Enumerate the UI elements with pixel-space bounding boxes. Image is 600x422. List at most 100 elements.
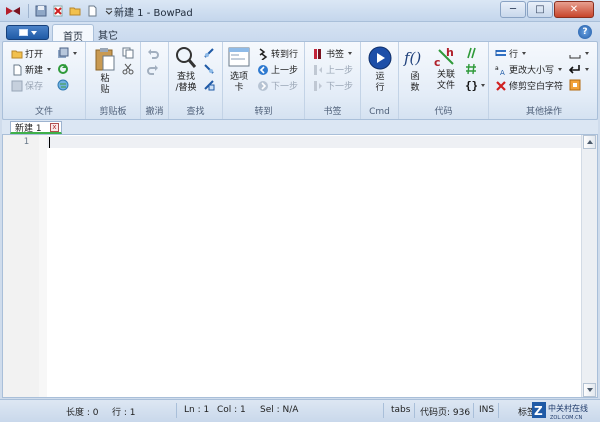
quick-access-toolbar: [26, 3, 124, 19]
maximize-button[interactable]: □: [527, 1, 553, 18]
group-undo-label: 撤消: [145, 107, 164, 117]
status-selection: Sel : N/A: [260, 405, 299, 415]
braces-button[interactable]: {}: [465, 79, 485, 91]
close-tab-icon[interactable]: x: [50, 123, 59, 132]
find-next-button[interactable]: [203, 47, 215, 59]
find-prev-button[interactable]: [203, 63, 215, 75]
lines-label: 行: [509, 50, 519, 60]
status-ln: Ln : 1: [184, 405, 210, 415]
find-replace-button[interactable]: 查找 /替换: [171, 46, 201, 94]
goto-prev-label: 上一步: [271, 66, 299, 76]
close-button[interactable]: ✕: [554, 1, 594, 18]
svg-text:ZOL.COM.CN: ZOL.COM.CN: [550, 415, 583, 421]
scroll-down-button[interactable]: [583, 383, 596, 397]
group-cmd: 运 行 Cmd: [361, 42, 399, 119]
title-bar: 新建 1 - BowPad ─ □ ✕: [0, 0, 600, 22]
status-insert-mode[interactable]: INS: [479, 405, 494, 415]
status-length: 长度 : 0: [66, 408, 99, 418]
group-clipboard: 粘 贴 剪贴板: [86, 42, 141, 119]
change-case-button[interactable]: aA 更改大小写: [495, 63, 563, 76]
whitespace-toggle-button[interactable]: [569, 47, 589, 59]
group-code: f() 函 数 ch 关联 文件 {} 代码: [399, 42, 489, 119]
open-folder-icon[interactable]: [68, 4, 82, 18]
scroll-up-button[interactable]: [583, 135, 596, 149]
help-button[interactable]: ?: [578, 25, 592, 39]
application-menu-button[interactable]: [6, 25, 49, 40]
goto-prev-button[interactable]: 上一步: [257, 63, 298, 76]
magnifier-icon: [176, 47, 197, 68]
save-all-icon: [58, 47, 69, 58]
bookmark-next-label: 下一步: [326, 82, 354, 92]
save-all-button[interactable]: [57, 47, 77, 59]
bookmark-prev-label: 上一步: [326, 66, 354, 76]
ribbon: 打开 新建 保存 文件 粘 贴 剪贴板 撤消 查找 /替换 查找 选项 卡 转到…: [2, 41, 598, 120]
bookmark-next-button[interactable]: 下一步: [312, 79, 353, 92]
new-file-icon[interactable]: [85, 4, 99, 18]
new-file-icon: [13, 64, 22, 75]
web-button[interactable]: [57, 79, 69, 91]
open-button[interactable]: 打开: [11, 47, 43, 60]
scroll-up-icon: [586, 140, 593, 144]
minimize-button[interactable]: ─: [500, 1, 526, 18]
svg-text:中关村在线: 中关村在线: [548, 403, 588, 413]
app-menu-icon: [18, 29, 28, 36]
tabs-window-icon: [228, 47, 250, 67]
find-in-files-button[interactable]: [203, 79, 215, 91]
lines-button[interactable]: 行: [495, 47, 527, 60]
undo-button[interactable]: [147, 47, 159, 59]
forward-arrow-icon: [258, 80, 268, 91]
redo-button[interactable]: [147, 63, 159, 75]
status-codepage[interactable]: 代码页: 936: [420, 405, 470, 418]
document-tab[interactable]: 新建 1 x: [10, 121, 62, 134]
goto-line-button[interactable]: 转到行: [257, 47, 298, 60]
functions-label: 函 数: [410, 72, 420, 93]
group-find-label: 查找: [186, 107, 205, 117]
preprocessor-button[interactable]: [465, 63, 477, 75]
run-label: 运 行: [375, 72, 385, 93]
comment-button[interactable]: [465, 47, 477, 59]
trim-icon: [496, 80, 506, 91]
paste-button[interactable]: 粘 贴: [92, 46, 118, 96]
tab-other[interactable]: 其它: [88, 24, 128, 42]
svg-text:Z: Z: [534, 404, 543, 418]
reload-button[interactable]: [57, 63, 69, 75]
related-files-button[interactable]: ch 关联 文件: [431, 46, 461, 92]
chevron-down-icon: [30, 30, 37, 35]
find-files-icon: [204, 80, 215, 91]
bowpad-logo-icon: [6, 7, 20, 15]
bookmark-button[interactable]: 书签: [312, 47, 353, 60]
bookmark-prev-button[interactable]: 上一步: [312, 63, 353, 76]
editor-area[interactable]: 1: [2, 134, 598, 398]
document-tab-label: 新建 1: [15, 123, 42, 134]
close-file-icon[interactable]: [51, 4, 65, 18]
line-number: 1: [23, 137, 29, 147]
group-clipboard-label: 剪贴板: [99, 107, 127, 117]
cut-button[interactable]: [122, 63, 134, 75]
svg-text:c: c: [434, 56, 441, 69]
related-files-icon: ch: [434, 46, 454, 69]
vertical-scrollbar[interactable]: [581, 135, 597, 397]
save-icon[interactable]: [34, 4, 48, 18]
functions-button[interactable]: f() 函 数: [402, 48, 428, 94]
goto-next-button[interactable]: 下一步: [257, 79, 298, 92]
undo-icon: [148, 49, 159, 59]
back-arrow-icon: [258, 64, 268, 75]
run-button[interactable]: 运 行: [365, 46, 395, 94]
new-button[interactable]: 新建: [11, 63, 52, 76]
tabs-button[interactable]: 选项 卡: [225, 46, 253, 94]
window-title: 新建 1 - BowPad: [114, 8, 193, 19]
find-replace-label: 查找 /替换: [175, 72, 197, 93]
status-tabs[interactable]: tabs: [391, 405, 410, 415]
svg-text:a: a: [495, 65, 499, 72]
line-ending-button[interactable]: [569, 63, 589, 75]
plugins-button[interactable]: [569, 79, 581, 91]
svg-text:{}: {}: [465, 79, 477, 91]
group-code-label: 代码: [434, 107, 453, 117]
trim-whitespace-label: 修剪空白字符: [509, 82, 564, 92]
save-button[interactable]: 保存: [11, 79, 43, 92]
hash-icon: [466, 63, 476, 75]
scissors-icon: [122, 63, 134, 75]
fold-margin[interactable]: [39, 135, 47, 397]
copy-button[interactable]: [122, 47, 134, 59]
trim-whitespace-button[interactable]: 修剪空白字符: [495, 79, 563, 92]
